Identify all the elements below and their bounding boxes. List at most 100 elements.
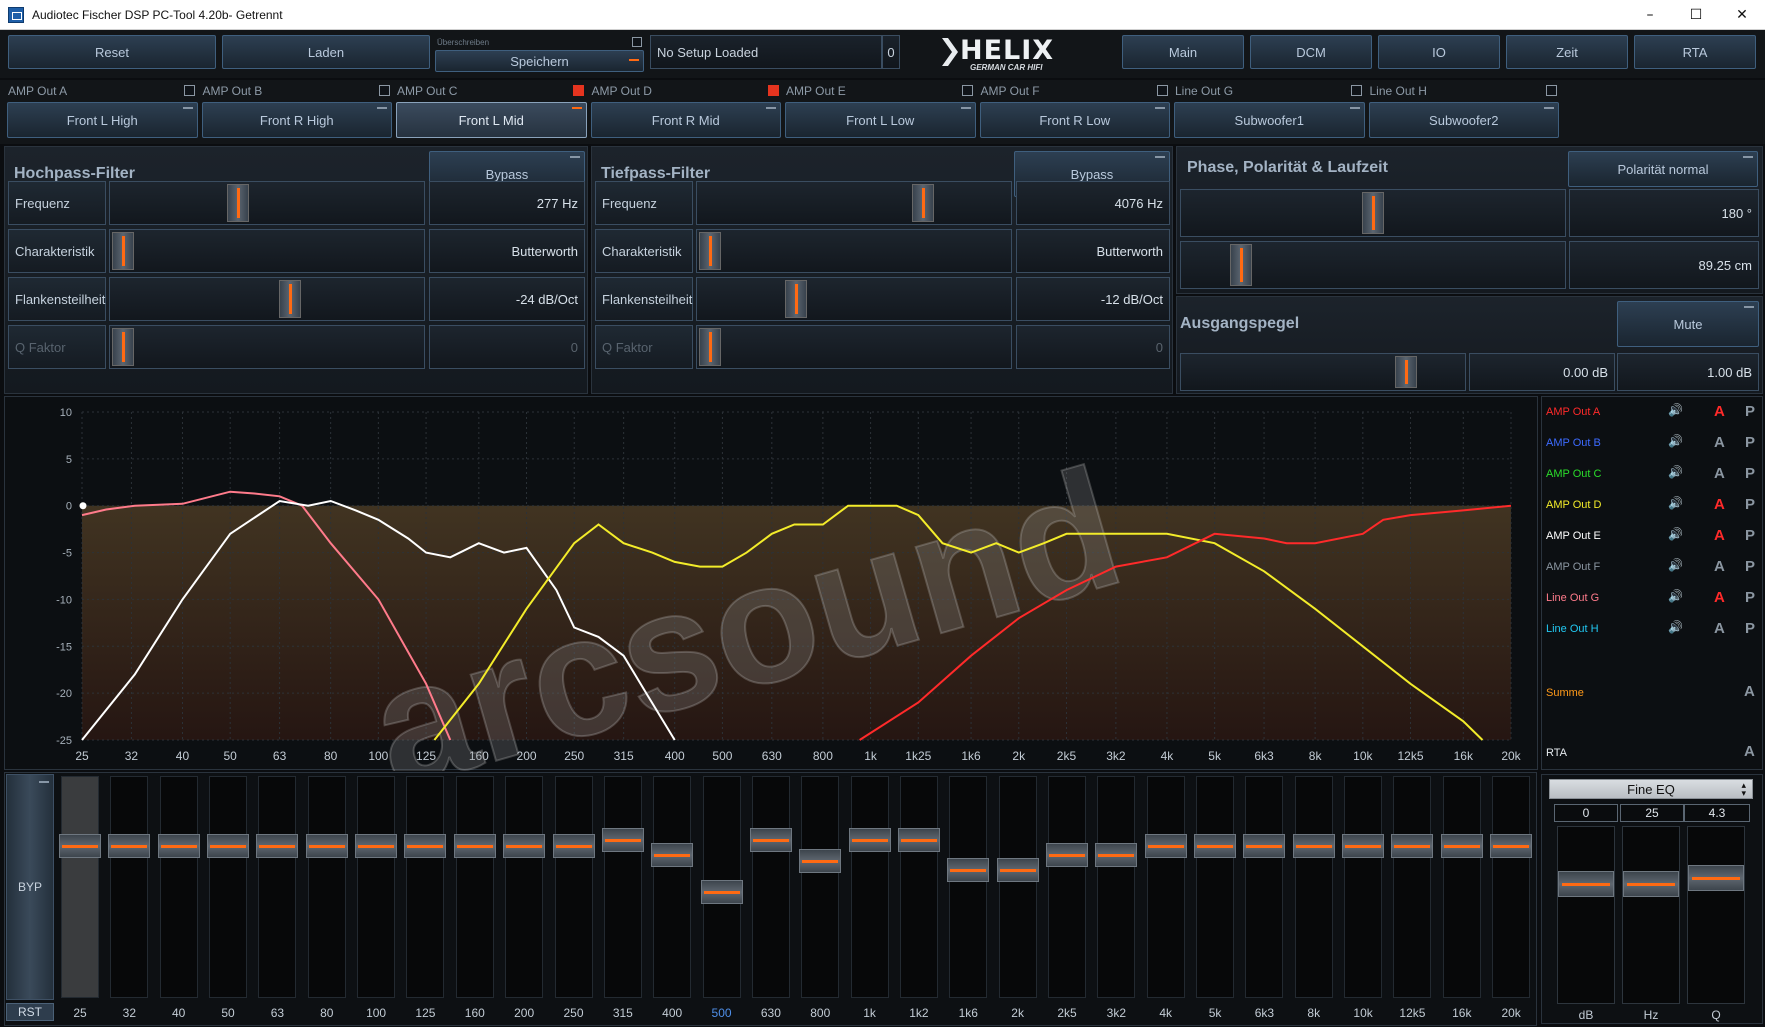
legend-a-button[interactable]: A [1714, 558, 1725, 575]
legend-p-button[interactable]: P [1745, 558, 1755, 575]
phase-slider[interactable] [1180, 189, 1566, 237]
eq-band-slider[interactable] [1440, 776, 1483, 998]
eq-band-handle[interactable] [256, 834, 299, 858]
eq-band-slider[interactable] [1194, 776, 1237, 998]
eq-band-handle[interactable] [996, 858, 1039, 883]
speaker-icon[interactable]: 🔊 [1668, 558, 1683, 572]
legend-p-button[interactable]: P [1745, 620, 1755, 637]
output-level-slider[interactable] [1180, 353, 1466, 391]
legend-p-button[interactable]: P [1745, 403, 1755, 420]
highpass-row-knob[interactable] [227, 184, 250, 222]
highpass-row-knob[interactable] [279, 280, 302, 318]
highpass-row-slider[interactable] [109, 325, 425, 369]
eq-band-handle[interactable] [897, 827, 940, 852]
nav-main-button[interactable]: Main [1122, 35, 1244, 69]
channel-button[interactable]: Front R Low [979, 102, 1170, 138]
legend-p-button[interactable]: P [1745, 527, 1755, 544]
legend-a-button[interactable]: A [1714, 620, 1725, 637]
channel-button[interactable]: Front L Low [785, 102, 976, 138]
nav-zeit-button[interactable]: Zeit [1506, 35, 1628, 69]
eq-band-handle[interactable] [59, 834, 101, 858]
eq-band-handle[interactable] [157, 834, 200, 858]
channel-button[interactable]: Subwoofer1 [1174, 102, 1365, 138]
legend-row[interactable]: AMP Out D 🔊 A P [1542, 494, 1762, 518]
lowpass-row-slider[interactable] [696, 181, 1012, 225]
maximize-button[interactable]: ☐ [1673, 0, 1719, 30]
eq-band-slider[interactable] [1292, 776, 1335, 998]
close-button[interactable]: ✕ [1719, 0, 1765, 30]
eq-band-slider[interactable] [1046, 776, 1088, 998]
eq-band-handle[interactable] [700, 879, 743, 904]
eq-band-slider[interactable] [848, 776, 891, 998]
legend-p-button[interactable]: P [1745, 465, 1755, 482]
eq-band-handle[interactable] [848, 827, 891, 852]
legend-row[interactable]: AMP Out A 🔊 A P [1542, 401, 1762, 425]
eq-band-slider[interactable] [207, 776, 250, 998]
legend-p-button[interactable]: P [1745, 589, 1755, 606]
eq-band-handle[interactable] [1391, 834, 1434, 858]
channel-checkbox[interactable] [573, 85, 584, 96]
frequency-graph[interactable]: 10 5 0 -5 -10 -15 -20 -25 25 32 40 50 63 80 100 125 160 2… [4, 396, 1538, 827]
highpass-row-slider[interactable] [109, 277, 425, 321]
eq-band-handle[interactable] [1490, 834, 1533, 858]
highpass-row-slider[interactable] [109, 229, 425, 273]
legend-row[interactable]: AMP Out F 🔊 A P [1542, 556, 1762, 580]
legend-row[interactable]: Line Out G 🔊 A P [1542, 587, 1762, 611]
eq-band-slider[interactable] [59, 776, 101, 998]
legend-row[interactable]: AMP Out E 🔊 A P [1542, 525, 1762, 549]
eq-band-handle[interactable] [1194, 834, 1237, 858]
channel-button[interactable]: Front R Mid [590, 102, 781, 138]
fine-eq-value[interactable]: 25 [1620, 804, 1684, 822]
eq-band-handle[interactable] [108, 834, 151, 858]
eq-band-handle[interactable] [651, 843, 694, 868]
overwrite-checkbox[interactable] [632, 37, 642, 47]
eq-band-slider[interactable] [552, 776, 595, 998]
eq-band-slider[interactable] [1490, 776, 1533, 998]
eq-band-slider[interactable] [305, 776, 348, 998]
eq-band-slider[interactable] [601, 776, 644, 998]
eq-band-slider[interactable] [453, 776, 496, 998]
eq-band-slider[interactable] [700, 776, 743, 998]
eq-band-handle[interactable] [1046, 843, 1088, 868]
eq-band-slider[interactable] [651, 776, 694, 998]
speaker-icon[interactable]: 🔊 [1668, 496, 1683, 510]
nav-io-button[interactable]: IO [1378, 35, 1500, 69]
legend-a-button[interactable]: A [1714, 527, 1725, 544]
legend-a-button[interactable]: A [1714, 465, 1725, 482]
eq-band-handle[interactable] [1243, 834, 1286, 858]
mute-button[interactable]: Mute [1617, 301, 1759, 347]
legend-a-button[interactable]: A [1714, 496, 1725, 513]
lowpass-row-knob[interactable] [699, 232, 721, 270]
highpass-row-knob[interactable] [112, 328, 134, 366]
channel-checkbox[interactable] [767, 85, 779, 96]
eq-band-slider[interactable] [503, 776, 546, 998]
legend-row[interactable]: AMP Out B 🔊 A P [1542, 432, 1762, 456]
channel-button[interactable]: Front L High [7, 102, 198, 138]
channel-checkbox[interactable] [378, 85, 390, 96]
eq-band-handle[interactable] [601, 827, 644, 852]
eq-band-slider[interactable] [1243, 776, 1286, 998]
legend-p-button[interactable]: P [1745, 496, 1755, 513]
eq-band-handle[interactable] [799, 849, 842, 874]
fine-eq-value[interactable]: 0 [1554, 804, 1618, 822]
eq-band-slider[interactable] [355, 776, 398, 998]
reset-button[interactable]: Reset [8, 35, 216, 69]
eq-band-handle[interactable] [749, 827, 792, 852]
eq-band-handle[interactable] [355, 834, 398, 858]
channel-button[interactable]: Front R High [201, 102, 392, 138]
lowpass-row-knob[interactable] [785, 280, 808, 318]
save-button[interactable]: Speichern [435, 50, 644, 72]
eq-band-slider[interactable] [256, 776, 299, 998]
eq-band-handle[interactable] [1440, 834, 1483, 858]
highpass-row-slider[interactable] [109, 181, 425, 225]
eq-band-handle[interactable] [404, 834, 447, 858]
eq-band-slider[interactable] [1391, 776, 1434, 998]
eq-band-slider[interactable] [996, 776, 1039, 998]
eq-band-handle[interactable] [552, 834, 595, 858]
fine-eq-slider[interactable] [1687, 826, 1745, 1004]
legend-a-button[interactable]: A [1714, 403, 1725, 420]
lowpass-row-knob[interactable] [699, 328, 721, 366]
eq-band-handle[interactable] [207, 834, 250, 858]
lowpass-row-knob[interactable] [912, 184, 935, 222]
eq-band-handle[interactable] [453, 834, 496, 858]
